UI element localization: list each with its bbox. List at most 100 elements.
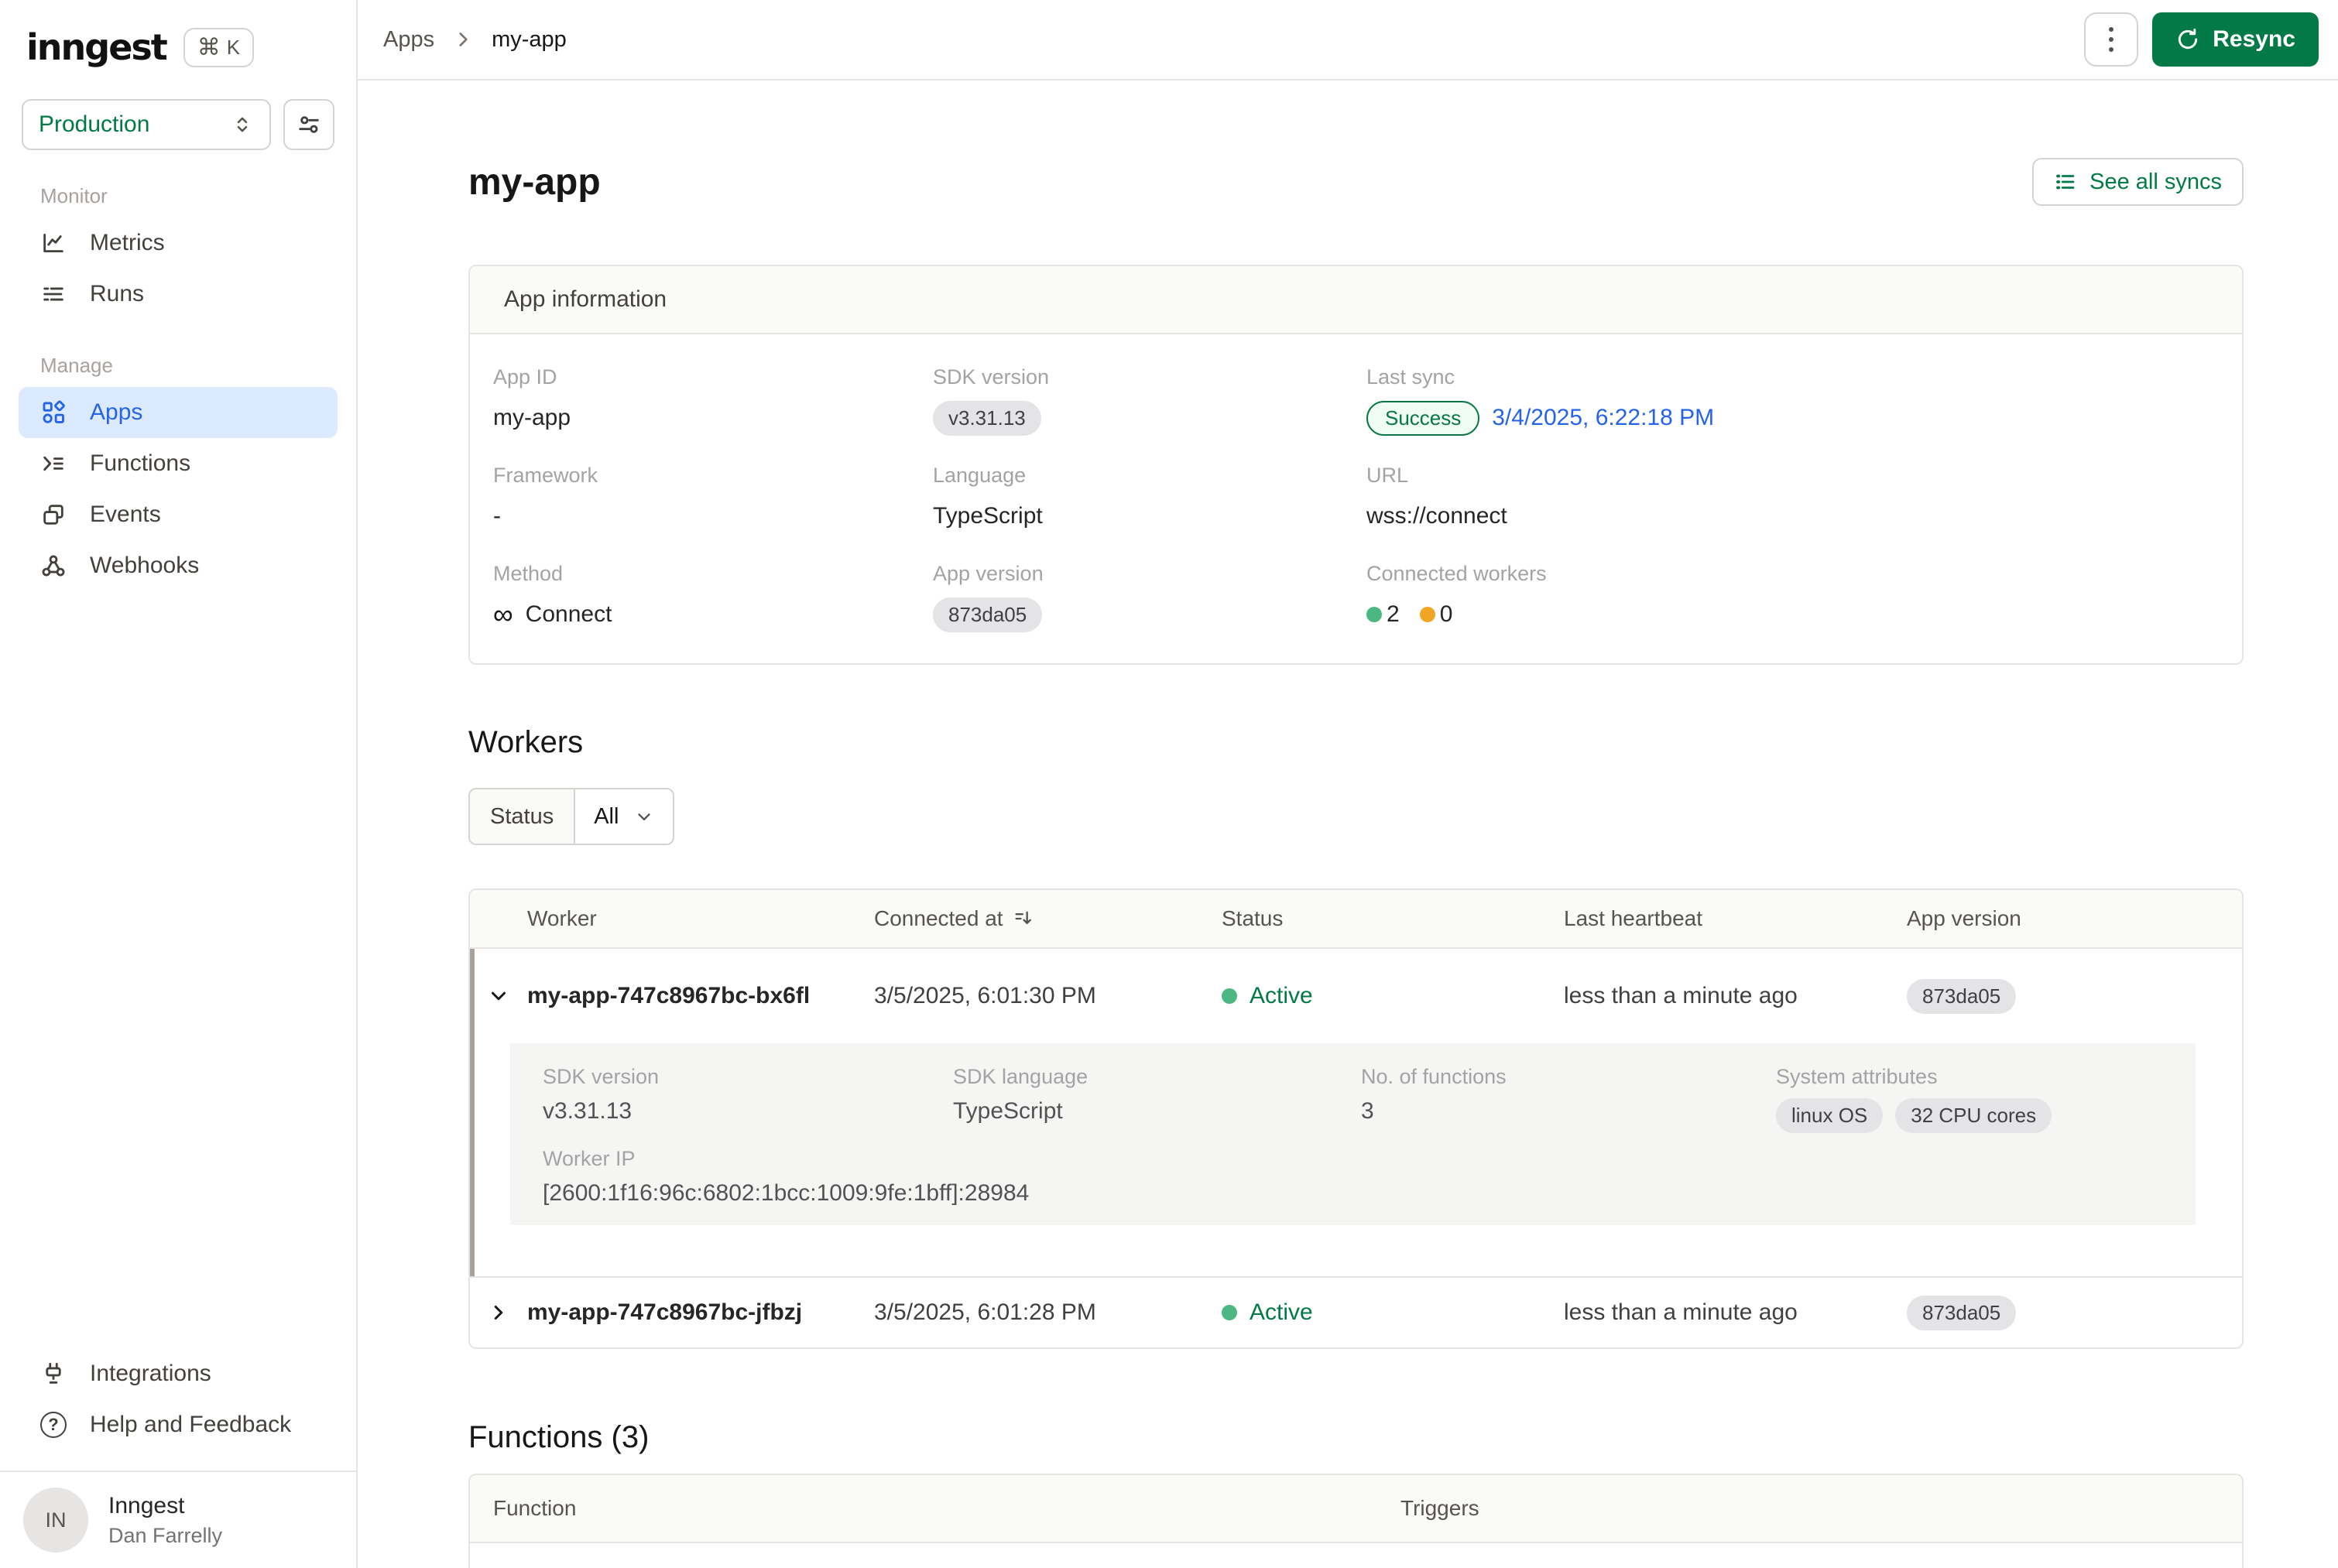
field-language: Language TypeScript [933,464,1366,534]
collapse-row-button[interactable] [487,984,510,1008]
sdk-version-badge: v3.31.13 [933,401,1041,436]
cpu-badge: 32 CPU cores [1895,1098,2052,1133]
column-connected-at[interactable]: Connected at [874,906,1222,931]
breadcrumb-apps-link[interactable]: Apps [383,27,434,53]
count: 0 [1440,601,1453,628]
sidebar-item-webhooks[interactable]: Webhooks [0,540,356,591]
sidebar-item-label: Events [90,502,161,528]
worker-last-heartbeat: less than a minute ago [1564,1299,1907,1326]
last-sync-link[interactable]: 3/4/2025, 6:22:18 PM [1492,405,1714,431]
orange-dot-icon [1420,607,1435,622]
detail-sdk-version: SDK version v3.31.13 [543,1065,953,1133]
app-root: inngest ⌘ K Production Monitor Metrics R… [0,0,2338,1568]
worker-app-version-badge: 873da05 [1907,979,2016,1014]
field-value: wss://connect [1366,498,2219,534]
worker-name: my-app-747c8967bc-bx6fl [527,983,874,1009]
environment-settings-button[interactable] [283,99,334,150]
app-information-card: App information App ID my-app SDK versio… [468,265,2244,665]
infinity-icon: ∞ [493,603,513,626]
detail-value: TypeScript [953,1098,1361,1125]
sidebar-item-runs[interactable]: Runs [0,269,356,320]
sidebar-item-label: Functions [90,450,190,477]
field-value: my-app [493,400,933,436]
sidebar-item-label: Help and Feedback [90,1412,291,1438]
field-label: Language [933,464,1366,488]
breadcrumb: Apps my-app [383,27,567,53]
app-version-badge: 873da05 [933,597,1042,632]
metrics-icon [40,230,67,256]
column-status: Status [1222,906,1564,931]
sort-descending-icon [1013,908,1034,930]
status-filter[interactable]: Status All [468,788,674,845]
field-label: SDK version [933,365,1366,389]
sidebar-item-integrations[interactable]: Integrations [0,1348,356,1399]
column-label: Connected at [874,906,1003,931]
detail-label: SDK language [953,1065,1361,1089]
workers-table-header: Worker Connected at Status Last heartbea… [470,890,2242,949]
profile-org: Inngest [108,1493,222,1519]
sidebar-item-functions[interactable]: Functions [0,438,356,489]
sidebar-item-label: Webhooks [90,553,199,579]
title-row: my-app See all syncs [468,158,2244,206]
profile-menu[interactable]: IN Inngest Dan Farrelly [0,1470,356,1568]
breadcrumb-current: my-app [492,27,567,53]
apps-icon [40,399,67,426]
column-triggers: Triggers [1400,1496,1479,1521]
chevron-up-down-icon [231,113,254,136]
sidebar-item-metrics[interactable]: Metrics [0,217,356,269]
column-worker: Worker [527,906,874,931]
environment-name: Production [39,111,149,138]
plug-icon [40,1361,67,1387]
worker-row-expanded: my-app-747c8967bc-bx6fl 3/5/2025, 6:01:3… [470,949,2242,1278]
profile-user: Dan Farrelly [108,1524,222,1548]
environment-selector[interactable]: Production [22,99,271,150]
sliders-icon [296,111,322,138]
command-icon: ⌘ [197,34,221,61]
field-value: Connect [526,601,612,628]
kebab-icon [2109,27,2113,52]
worker-detail-panel: SDK version v3.31.13 SDK language TypeSc… [510,1043,2196,1225]
main-area: Apps my-app Resync my-app See all syn [358,0,2338,1568]
functions-table: Function Triggers [468,1474,2244,1568]
expand-row-button[interactable] [487,1301,510,1324]
field-label: Last sync [1366,365,2219,389]
see-all-syncs-label: See all syncs [2089,169,2222,195]
sidebar-item-label: Apps [90,399,142,426]
worker-row[interactable]: my-app-747c8967bc-jfbzj 3/5/2025, 6:01:2… [470,1278,2242,1347]
functions-table-header: Function Triggers [470,1475,2242,1543]
more-options-button[interactable] [2084,12,2138,67]
app-information-header: App information [470,266,2242,334]
refresh-icon [2175,27,2200,52]
field-app-version: App version 873da05 [933,562,1366,632]
worker-name: my-app-747c8967bc-jfbzj [527,1299,874,1326]
inngest-logo[interactable]: inngest [26,26,166,68]
worker-row[interactable]: my-app-747c8967bc-bx6fl 3/5/2025, 6:01:3… [470,949,2242,1043]
topbar: Apps my-app Resync [358,0,2338,80]
functions-table-body-clipped [470,1543,2242,1568]
field-connected-workers: Connected workers 2 0 [1366,562,2219,632]
sidebar-item-apps[interactable]: Apps [19,387,338,438]
sidebar-item-events[interactable]: Events [0,489,356,540]
sidebar-item-help[interactable]: ? Help and Feedback [0,1399,356,1450]
resync-button[interactable]: Resync [2152,12,2319,67]
active-status-dot [1222,1305,1237,1320]
app-information-grid: App ID my-app SDK version v3.31.13 Last … [470,334,2242,663]
field-label: Framework [493,464,933,488]
sidebar-item-label: Integrations [90,1361,211,1387]
active-workers-count: 2 [1366,601,1400,628]
sidebar-section-monitor: Monitor [40,184,356,208]
column-app-version: App version [1907,906,2242,931]
detail-value: 3 [1361,1098,1776,1125]
field-app-id: App ID my-app [493,365,933,436]
topbar-actions: Resync [2084,12,2319,67]
webhooks-icon [40,553,67,579]
avatar: IN [23,1488,88,1553]
help-icon: ? [40,1412,67,1438]
sidebar-section-manage: Manage [40,354,356,378]
see-all-syncs-button[interactable]: See all syncs [2032,158,2244,206]
detail-functions-count: No. of functions 3 [1361,1065,1776,1133]
workers-table: Worker Connected at Status Last heartbea… [468,888,2244,1349]
worker-last-heartbeat: less than a minute ago [1564,983,1907,1009]
worker-row-collapsed: my-app-747c8967bc-jfbzj 3/5/2025, 6:01:2… [470,1278,2242,1347]
inactive-workers-count: 0 [1420,601,1453,628]
